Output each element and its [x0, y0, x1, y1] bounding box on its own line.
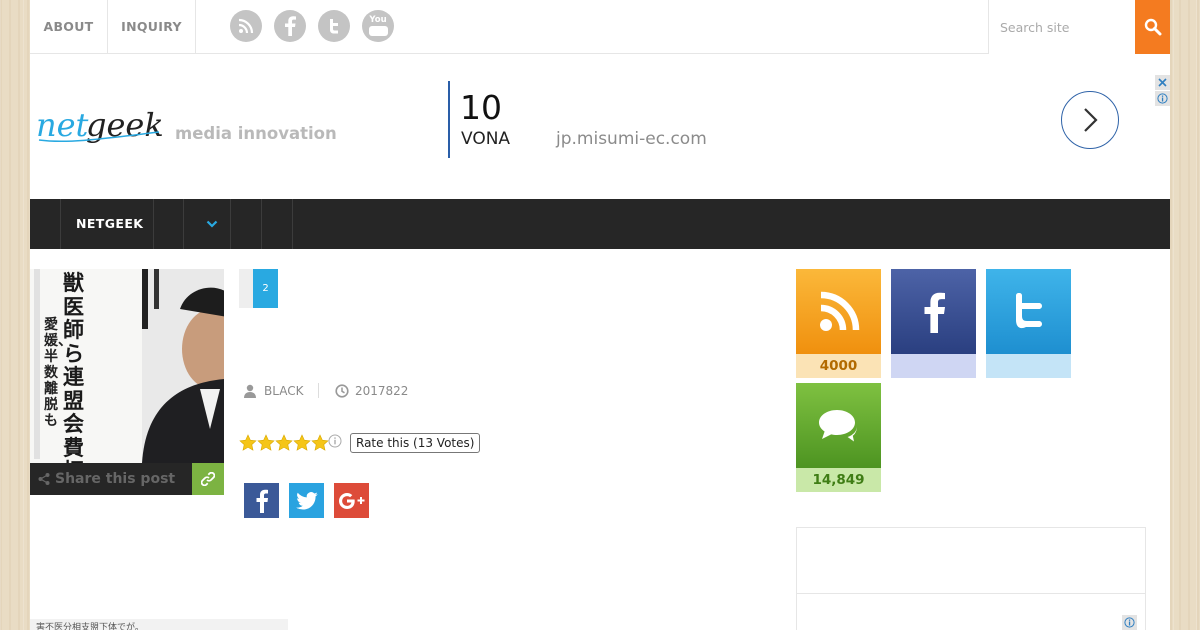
site-tagline: media innovation: [175, 124, 337, 143]
twitter-icon: [986, 269, 1071, 354]
ad-close-button[interactable]: [1155, 75, 1170, 90]
comments-count: 14,849: [796, 468, 881, 492]
article-thumbnail[interactable]: 獣医師ら連盟会費拒否 愛媛、半数離脱も: [30, 269, 224, 463]
twitter-icon: [295, 491, 318, 510]
page-number-current[interactable]: 2: [253, 269, 278, 308]
ad-accent-bar: [448, 81, 450, 158]
about-link[interactable]: ABOUT: [30, 0, 108, 54]
twitter-widget[interactable]: [986, 269, 1071, 378]
nav-divider: [230, 199, 231, 249]
logo-text-geek: geek: [86, 106, 164, 144]
ad-info-button[interactable]: [1155, 91, 1170, 106]
star-icon[interactable]: [311, 434, 329, 452]
ad-number[interactable]: 10: [460, 88, 502, 127]
comments-widget[interactable]: 14,849: [796, 383, 881, 492]
search-box: [988, 0, 1170, 54]
search-icon: [1144, 18, 1162, 36]
youtube-icon[interactable]: You: [362, 10, 394, 42]
nav-item-netgeek[interactable]: NETGEEK: [76, 199, 143, 249]
page-number-prev[interactable]: [239, 269, 253, 308]
rating-stars[interactable]: [239, 434, 329, 452]
facebook-icon[interactable]: [274, 10, 306, 42]
nav-divider: [292, 199, 293, 249]
rating-info-icon[interactable]: [328, 434, 342, 448]
chevron-down-icon: [206, 220, 218, 228]
facebook-count: [891, 354, 976, 378]
sidebar-box-divider: [796, 593, 1146, 594]
youtube-label: You: [369, 15, 387, 25]
main-nav: NETGEEK: [30, 199, 1170, 249]
link-icon: [201, 472, 215, 486]
ad-next-button[interactable]: [1061, 91, 1119, 149]
search-input[interactable]: [989, 0, 1135, 54]
share-label: Share this post: [55, 471, 176, 487]
rss-icon[interactable]: [230, 10, 262, 42]
site-logo[interactable]: net geek: [36, 98, 176, 158]
related-post-text: 害不医分相支盟下体でが。: [36, 623, 144, 630]
user-icon: [244, 384, 256, 398]
facebook-icon: [891, 269, 976, 354]
googleplus-share-button[interactable]: [334, 483, 369, 518]
star-icon[interactable]: [275, 434, 293, 452]
facebook-share-button[interactable]: [244, 483, 279, 518]
facebook-widget[interactable]: [891, 269, 976, 378]
share-icon: [38, 473, 50, 485]
star-icon[interactable]: [257, 434, 275, 452]
star-icon[interactable]: [239, 434, 257, 452]
rating-tooltip: Rate this (13 Votes): [350, 433, 481, 453]
facebook-icon: [256, 489, 268, 513]
sidebar-box: [796, 527, 1146, 630]
meta-divider: [318, 383, 319, 398]
nav-dropdown-toggle[interactable]: [206, 217, 218, 231]
page: ABOUT INQUIRY You net geek: [30, 0, 1170, 630]
author-name: BLACK: [264, 384, 304, 398]
twitter-count: [986, 354, 1071, 378]
info-icon: [1157, 93, 1168, 104]
rss-count: 4000: [796, 354, 881, 378]
nav-divider: [60, 199, 61, 249]
twitter-icon[interactable]: [318, 10, 350, 42]
twitter-share-button[interactable]: [289, 483, 324, 518]
googleplus-icon: [338, 492, 364, 509]
ad-domain[interactable]: jp.misumi-ec.com: [556, 129, 707, 149]
nav-divider: [153, 199, 154, 249]
clock-icon: [335, 384, 349, 398]
permalink-button[interactable]: [192, 463, 224, 495]
search-button[interactable]: [1135, 0, 1170, 54]
post-date: 2017822: [355, 384, 409, 398]
logo-text-net: net: [36, 106, 89, 144]
chevron-right-icon: [1084, 108, 1098, 132]
close-icon: [1158, 78, 1167, 87]
related-post-thumbnail[interactable]: 害不医分相支盟下体でが。: [30, 619, 288, 630]
star-icon[interactable]: [293, 434, 311, 452]
thumbnail-headline: 獣医師ら連盟会費拒否: [63, 270, 84, 463]
comments-icon: [796, 383, 881, 468]
rss-widget[interactable]: 4000: [796, 269, 881, 378]
rss-icon: [796, 269, 881, 354]
thumbnail-subline: 愛媛、半数離脱も: [44, 317, 72, 429]
top-bar: ABOUT INQUIRY You: [30, 0, 1170, 54]
ad-name[interactable]: VONA: [461, 129, 510, 149]
nav-divider: [183, 199, 184, 249]
nav-divider: [261, 199, 262, 249]
info-icon: [1124, 617, 1135, 628]
bottom-ad-info-button[interactable]: [1122, 615, 1137, 630]
inquiry-link[interactable]: INQUIRY: [108, 0, 196, 54]
